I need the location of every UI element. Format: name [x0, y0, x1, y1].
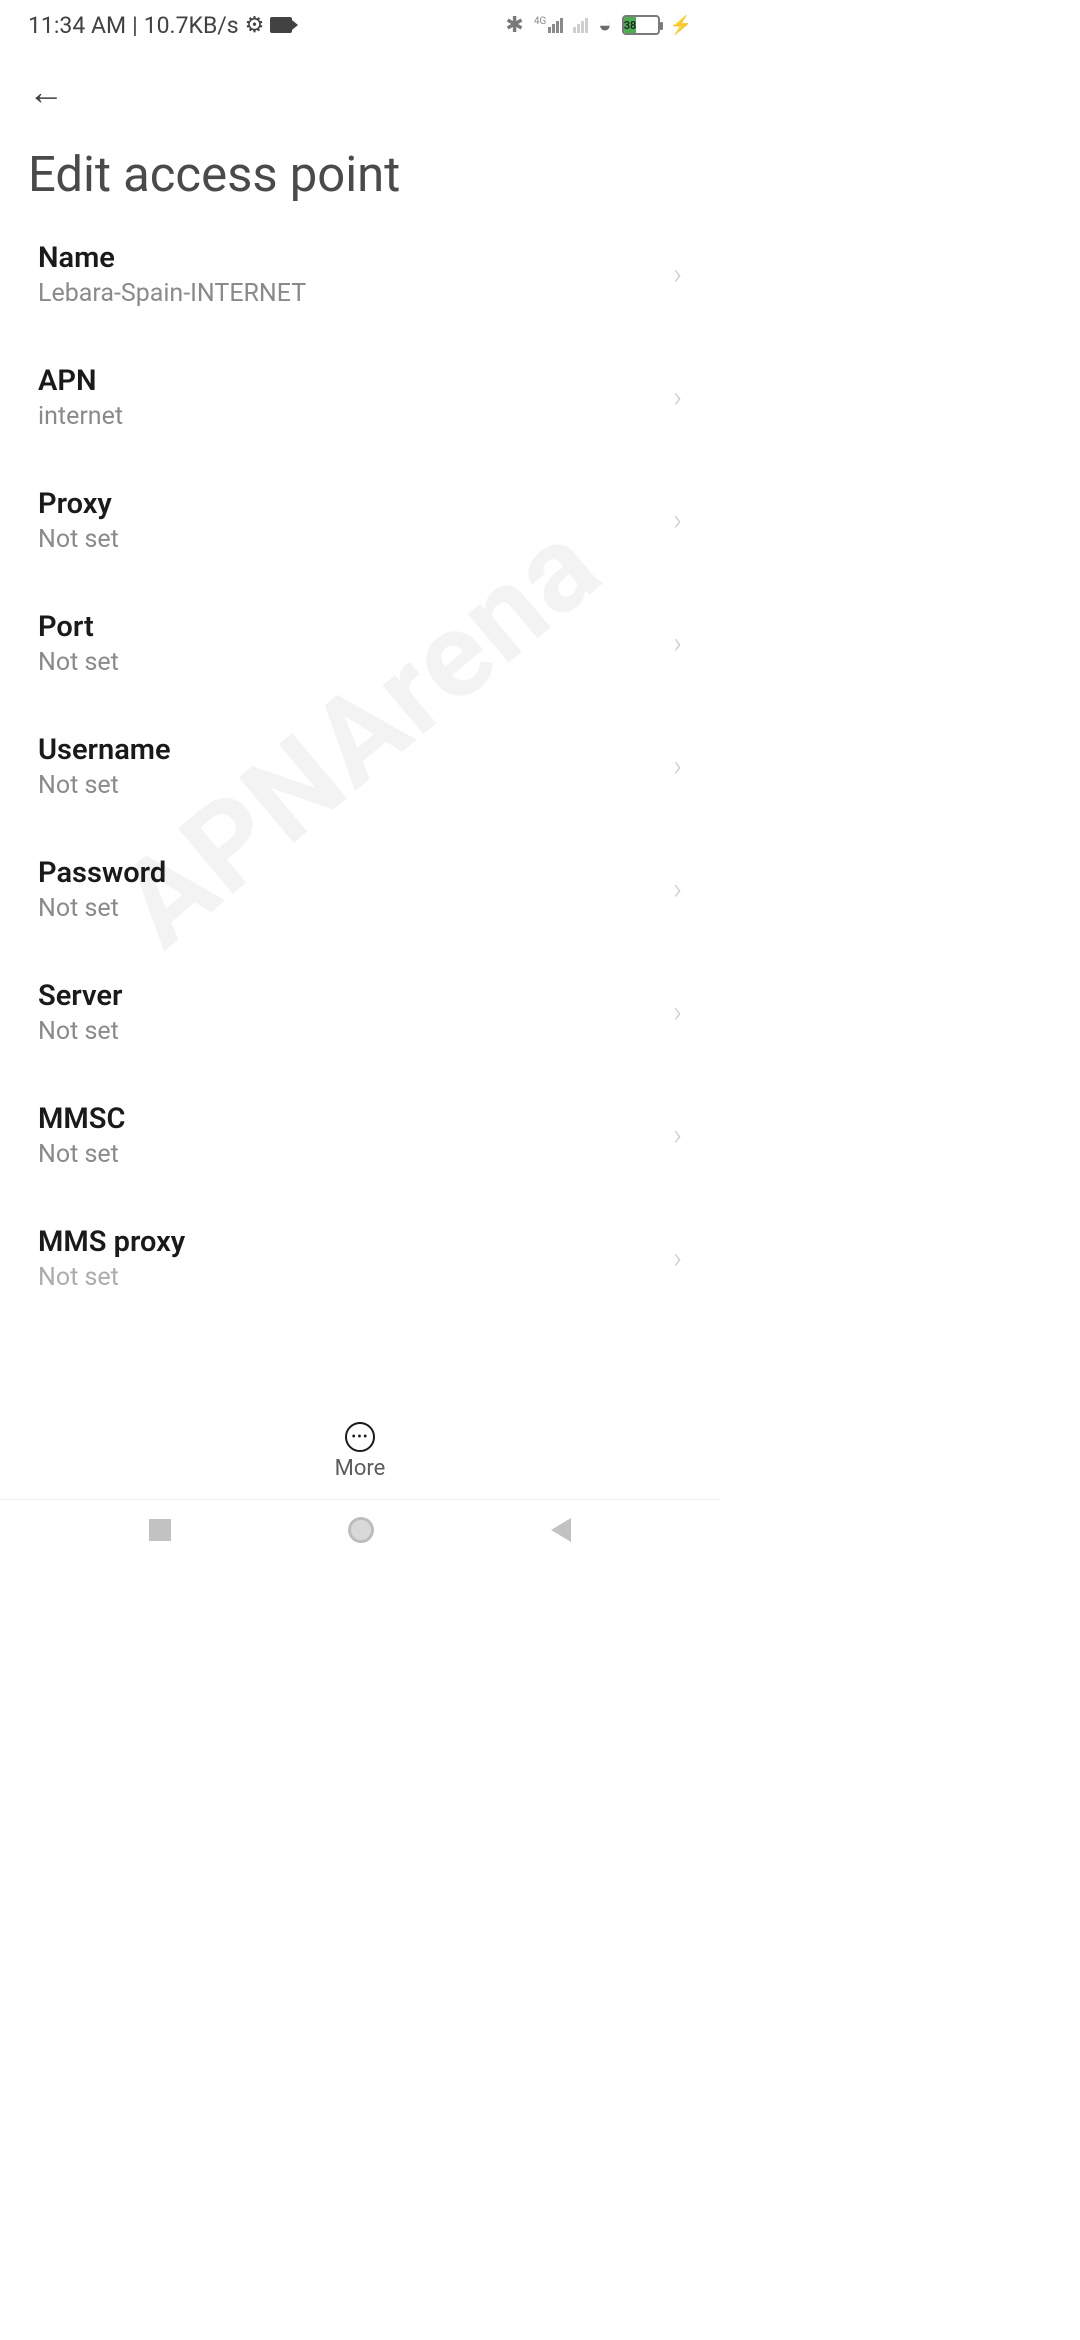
status-time: 11:34 AM — [28, 12, 126, 39]
wifi-icon: ◒ — [598, 12, 611, 38]
setting-mms-proxy[interactable]: MMS proxy Not set › — [28, 1197, 692, 1300]
back-nav-button[interactable] — [551, 1518, 571, 1542]
chevron-right-icon: › — [673, 1118, 682, 1153]
more-icon: ••• — [345, 1422, 375, 1452]
status-bar: 11:34 AM | 10.7KB/s ⚙ ✱ 4G ◒ 38 ⚡ — [0, 0, 720, 50]
setting-value: Not set — [38, 1263, 185, 1292]
setting-value: Not set — [38, 1140, 125, 1169]
more-button[interactable]: ••• More — [315, 1422, 405, 1481]
setting-apn[interactable]: APN internet › — [28, 336, 692, 459]
setting-value: Not set — [38, 1017, 122, 1046]
network-type-label: 4G — [534, 16, 546, 27]
setting-value: Not set — [38, 894, 166, 923]
chevron-right-icon: › — [673, 872, 682, 907]
signal-bars-sim2-icon — [573, 18, 588, 33]
home-button[interactable] — [348, 1517, 374, 1543]
setting-port[interactable]: Port Not set › — [28, 582, 692, 705]
status-right: ✱ 4G ◒ 38 ⚡ — [505, 12, 692, 38]
recents-button[interactable] — [149, 1519, 171, 1541]
setting-value: Not set — [38, 771, 171, 800]
gear-icon: ⚙ — [245, 13, 265, 38]
setting-title: Name — [38, 241, 306, 275]
chevron-right-icon: › — [673, 257, 682, 292]
signal-sim1: 4G — [534, 18, 563, 33]
setting-password[interactable]: Password Not set › — [28, 828, 692, 951]
setting-title: Proxy — [38, 487, 119, 521]
page-title: Edit access point — [28, 146, 692, 213]
chevron-right-icon: › — [673, 626, 682, 661]
setting-username[interactable]: Username Not set › — [28, 705, 692, 828]
video-icon — [270, 17, 292, 33]
header: ← Edit access point — [0, 50, 720, 213]
setting-value: internet — [38, 402, 123, 431]
chevron-right-icon: › — [673, 380, 682, 415]
navigation-bar — [0, 1500, 720, 1560]
setting-title: APN — [38, 364, 123, 398]
settings-list: APNArena Name Lebara-Spain-INTERNET › AP… — [0, 213, 720, 1300]
back-arrow-icon: ← — [28, 74, 64, 110]
setting-name[interactable]: Name Lebara-Spain-INTERNET › — [28, 213, 692, 336]
setting-title: MMSC — [38, 1102, 125, 1136]
setting-title: Port — [38, 610, 119, 644]
signal-bars-icon — [548, 18, 563, 33]
bottom-bar: ••• More — [0, 1410, 720, 1500]
status-left: 11:34 AM | 10.7KB/s ⚙ — [28, 12, 292, 39]
setting-title: Username — [38, 733, 171, 767]
chevron-right-icon: › — [673, 1241, 682, 1276]
status-data-rate: 10.7KB/s — [144, 12, 239, 39]
battery-icon: 38 — [622, 15, 660, 35]
status-separator: | — [132, 12, 138, 39]
setting-title: Server — [38, 979, 122, 1013]
more-label: More — [335, 1456, 386, 1481]
setting-server[interactable]: Server Not set › — [28, 951, 692, 1074]
setting-proxy[interactable]: Proxy Not set › — [28, 459, 692, 582]
chevron-right-icon: › — [673, 995, 682, 1030]
chevron-right-icon: › — [673, 503, 682, 538]
setting-value: Not set — [38, 525, 119, 554]
back-button[interactable]: ← — [28, 68, 64, 116]
battery-level: 38 — [624, 17, 637, 33]
setting-value: Not set — [38, 648, 119, 677]
setting-title: MMS proxy — [38, 1225, 185, 1259]
setting-title: Password — [38, 856, 166, 890]
bluetooth-icon: ✱ — [505, 13, 523, 38]
charging-icon: ⚡ — [670, 15, 692, 36]
setting-mmsc[interactable]: MMSC Not set › — [28, 1074, 692, 1197]
chevron-right-icon: › — [673, 749, 682, 784]
setting-value: Lebara-Spain-INTERNET — [38, 279, 306, 308]
